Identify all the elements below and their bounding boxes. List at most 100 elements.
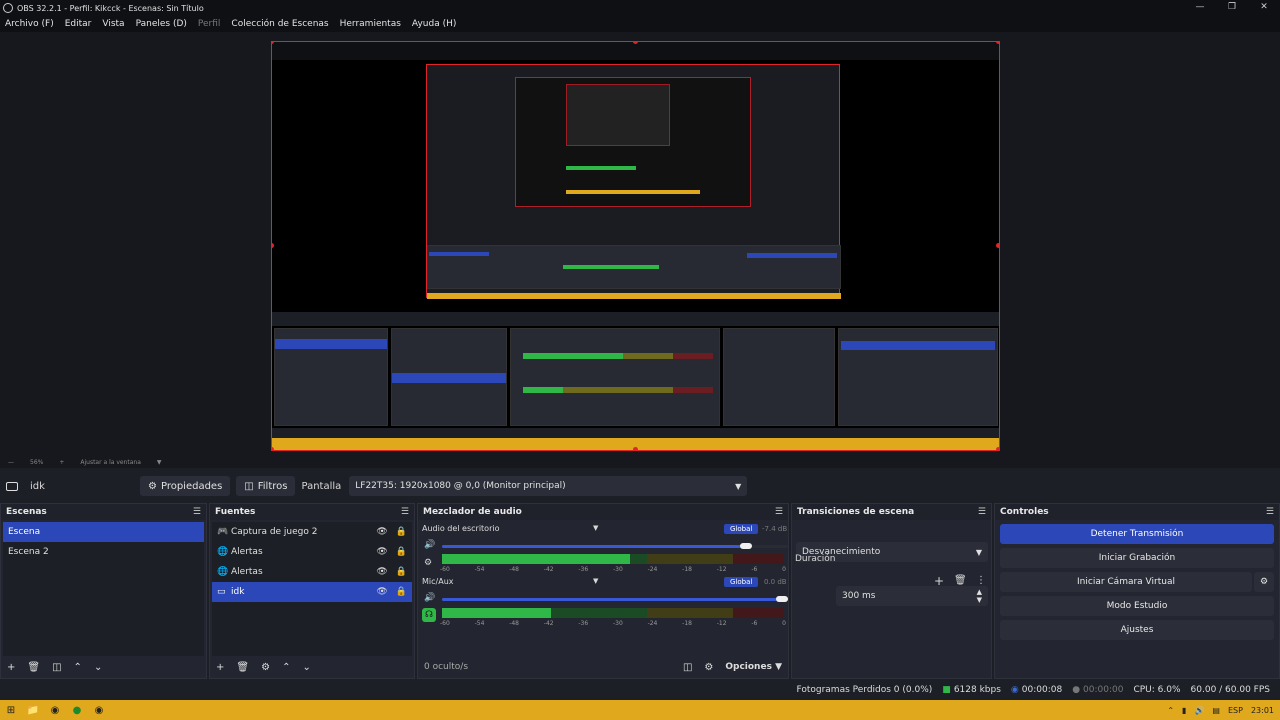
resize-handle-r[interactable]	[996, 243, 999, 248]
chevron-down-icon[interactable]: ▼	[593, 524, 598, 532]
resize-handle-br[interactable]	[996, 447, 999, 450]
volume-knob[interactable]	[740, 543, 753, 549]
file-explorer-icon[interactable]: 📁	[22, 702, 44, 718]
dock-menu-icon[interactable]: ☰	[1266, 507, 1274, 517]
start-virtual-camera-button[interactable]: Iniciar Cámara Virtual	[1000, 572, 1252, 592]
preview-area[interactable]	[0, 32, 1280, 456]
scene-item[interactable]: Escena	[3, 522, 204, 542]
add-icon[interactable]: +	[934, 574, 944, 588]
chevron-down-icon[interactable]: ⌄	[302, 662, 310, 673]
settings-button[interactable]: Ajustes	[1000, 620, 1274, 640]
close-icon[interactable]: ✕	[1248, 0, 1280, 16]
firefox-icon[interactable]: ◉	[44, 702, 66, 718]
add-icon[interactable]: +	[216, 662, 224, 673]
obs-icon[interactable]: ◉	[88, 702, 110, 718]
headphones-icon[interactable]: ☊	[422, 608, 436, 622]
stepper-icon[interactable]: ▲ ▼	[977, 588, 982, 604]
dock-menu-icon[interactable]: ☰	[978, 507, 986, 517]
minimize-icon[interactable]: —	[1184, 0, 1216, 16]
zoom-fit-select[interactable]: Ajustar a la ventana	[72, 459, 149, 466]
source-item[interactable]: 🌐 Alertas 👁 🔒	[212, 562, 412, 582]
volume-icon[interactable]: 🔊	[1194, 706, 1204, 715]
scene-item[interactable]: Escena 2	[3, 542, 204, 562]
properties-button[interactable]: ⚙ Propiedades	[140, 476, 231, 496]
meter-zone	[732, 608, 784, 618]
source-item[interactable]: 🎮 Captura de juego 2 👁 🔒	[212, 522, 412, 542]
chevron-up-icon[interactable]: ⌃	[1167, 706, 1174, 715]
menu-coleccion-escenas[interactable]: Colección de Escenas	[226, 19, 334, 29]
display-select[interactable]: LF22T35: 1920x1080 @ 0,0 (Monitor princi…	[349, 476, 748, 496]
layout-icon[interactable]: ◫	[683, 662, 692, 673]
chevron-down-icon[interactable]: ⌄	[94, 662, 102, 673]
controls-title: Controles	[1000, 507, 1049, 517]
gear-icon[interactable]: ⚙	[261, 662, 270, 673]
resize-handle-b[interactable]	[633, 447, 638, 450]
lock-icon[interactable]: 🔒	[396, 567, 407, 577]
dock-menu-icon[interactable]: ☰	[193, 507, 201, 517]
zoom-out-icon[interactable]: —	[0, 459, 22, 466]
usb-icon[interactable]: ▮	[1182, 706, 1186, 715]
clock[interactable]: 23:01	[1251, 706, 1274, 715]
spotify-icon[interactable]: ●	[66, 702, 88, 718]
add-icon[interactable]: +	[7, 662, 15, 673]
stream-icon: ◉	[1010, 685, 1019, 695]
virtual-camera-settings-button[interactable]: ⚙	[1254, 572, 1274, 592]
options-button[interactable]: Opciones ▼	[725, 662, 782, 672]
menu-ayuda[interactable]: Ayuda (H)	[407, 19, 462, 29]
link-icon[interactable]: ⚙	[704, 662, 713, 673]
dock-menu-icon[interactable]: ☰	[775, 507, 783, 517]
volume-track[interactable]	[442, 543, 788, 549]
dock-menu-icon[interactable]: ☰	[401, 507, 409, 517]
source-item[interactable]: 🌐 Alertas 👁 🔒	[212, 542, 412, 562]
stop-streaming-button[interactable]: Detener Transmisión	[1000, 524, 1274, 544]
studio-mode-button[interactable]: Modo Estudio	[1000, 596, 1274, 616]
resize-handle-tr[interactable]	[996, 42, 999, 44]
menu-archivo[interactable]: Archivo (F)	[0, 19, 60, 29]
scenes-header: Escenas ☰	[1, 504, 206, 520]
filter-icon: ◫	[244, 480, 254, 492]
speaker-icon[interactable]: 🔊	[424, 540, 435, 550]
chevron-down-icon[interactable]: ▼	[593, 577, 598, 585]
eye-icon[interactable]: 👁	[376, 527, 387, 537]
display-label: Pantalla	[301, 480, 342, 492]
resize-handle-l[interactable]	[272, 243, 274, 248]
menu-vista[interactable]: Vista	[97, 19, 130, 29]
eye-icon[interactable]: 👁	[376, 547, 387, 557]
menu-perfil[interactable]: Perfil	[193, 19, 227, 29]
menu-herramientas[interactable]: Herramientas	[335, 19, 407, 29]
lock-icon[interactable]: 🔒	[396, 527, 407, 537]
menu-paneles[interactable]: Paneles (D)	[131, 19, 193, 29]
more-icon[interactable]: ⋮	[976, 575, 986, 586]
duration-input[interactable]: 300 ms ▲ ▼	[836, 586, 988, 606]
speaker-icon[interactable]: 🔊	[424, 593, 435, 603]
windows-start-icon[interactable]: ⊞	[0, 702, 22, 718]
trash-icon[interactable]: 🗑	[236, 662, 249, 673]
filters-button[interactable]: ◫ Filtros	[236, 476, 296, 496]
volume-knob[interactable]	[776, 596, 788, 602]
settings-icon[interactable]: ⚙	[424, 558, 432, 568]
resize-handle-bl[interactable]	[272, 447, 274, 450]
lock-icon[interactable]: 🔒	[396, 587, 407, 597]
volume-track[interactable]	[442, 596, 788, 602]
global-button[interactable]: Global	[724, 524, 759, 534]
trash-icon[interactable]: 🗑	[27, 662, 40, 673]
global-button[interactable]: Global	[724, 577, 759, 587]
zoom-in-icon[interactable]: +	[51, 459, 72, 466]
lock-icon[interactable]: 🔒	[396, 547, 407, 557]
language-indicator[interactable]: ESP	[1228, 706, 1243, 715]
chevron-up-icon[interactable]: ⌃	[74, 662, 82, 673]
chevron-up-icon[interactable]: ⌃	[282, 662, 290, 673]
trash-icon[interactable]: 🗑	[954, 575, 967, 586]
eye-icon[interactable]: 👁	[376, 567, 387, 577]
meter-scale: -60 -54 -48 -42 -36 -30 -24 -18 -12 -6 0	[440, 566, 786, 573]
scale-tick: -30	[612, 566, 623, 573]
chevron-down-icon[interactable]: ▼	[149, 459, 170, 466]
menu-editar[interactable]: Editar	[60, 19, 98, 29]
start-recording-button[interactable]: Iniciar Grabación	[1000, 548, 1274, 568]
maximize-icon[interactable]: ❐	[1216, 0, 1248, 16]
source-item[interactable]: ▭ idk 👁 🔒	[212, 582, 412, 602]
preview-canvas[interactable]	[271, 41, 1000, 451]
filter-icon[interactable]: ◫	[52, 662, 61, 673]
eye-icon[interactable]: 👁	[376, 587, 387, 597]
network-icon[interactable]: ▤	[1212, 706, 1220, 715]
